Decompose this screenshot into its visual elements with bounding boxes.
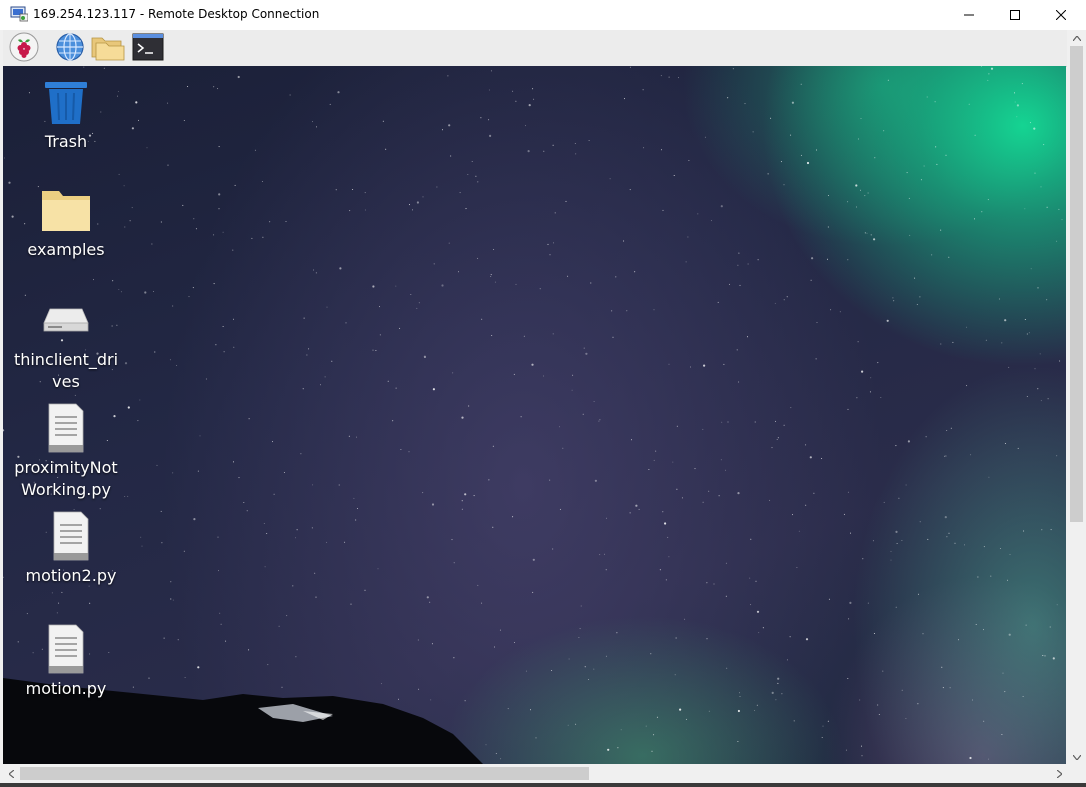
desktop-item-proximity-not-working[interactable]: proximityNotWorking.py (11, 402, 121, 501)
remote-desktop-window: 169.254.123.117 - Remote Desktop Connect… (0, 0, 1086, 787)
text-file-icon (40, 623, 92, 675)
desktop-item-label: motion2.py (25, 566, 117, 585)
desktop-item-label: motion.py (25, 679, 107, 698)
close-icon (1056, 10, 1066, 20)
web-browser-button[interactable] (53, 32, 87, 67)
drive-icon (40, 294, 92, 346)
horizontal-scroll-thumb[interactable] (20, 767, 589, 780)
scroll-down-arrow-icon[interactable] (1067, 749, 1086, 765)
desktop-wallpaper[interactable]: Trash examples thinclient_drives proximi… (3, 66, 1066, 764)
scroll-up-arrow-icon[interactable] (1067, 30, 1086, 46)
minimize-button[interactable] (946, 0, 992, 30)
desktop-item-label: thinclient_drives (13, 350, 119, 391)
horizontal-scrollbar[interactable] (3, 764, 1067, 783)
terminal-icon (132, 33, 164, 66)
desktop-item-motion[interactable]: motion.py (11, 623, 121, 700)
remote-desktop-app-icon (10, 6, 29, 22)
taskbar-panel (3, 30, 1067, 67)
maximize-icon (1010, 10, 1020, 20)
desktop-item-motion2[interactable]: motion2.py (16, 510, 126, 587)
trash-icon (40, 76, 92, 128)
file-manager-button[interactable] (91, 33, 125, 65)
window-title: 169.254.123.117 - Remote Desktop Connect… (33, 7, 320, 21)
minimize-icon (964, 10, 974, 20)
maximize-button[interactable] (992, 0, 1038, 30)
desktop-item-examples[interactable]: examples (11, 184, 121, 261)
scrollbar-corner (1067, 765, 1086, 783)
raspberry-menu-button[interactable] (7, 32, 41, 67)
raspberry-menu-icon (9, 32, 39, 67)
vertical-scroll-thumb[interactable] (1070, 46, 1083, 522)
vertical-scrollbar[interactable] (1067, 30, 1086, 765)
text-file-icon (45, 510, 97, 562)
mountain-silhouette (3, 678, 483, 764)
desktop-item-label: proximityNotWorking.py (14, 458, 118, 499)
desktop-item-trash[interactable]: Trash (11, 76, 121, 153)
desktop-item-thinclient-drives[interactable]: thinclient_drives (11, 294, 121, 393)
file-manager-icon (91, 33, 125, 66)
text-file-icon (40, 402, 92, 454)
window-bottom-edge (0, 783, 1086, 787)
close-button[interactable] (1038, 0, 1084, 30)
scroll-left-arrow-icon[interactable] (3, 764, 19, 783)
scroll-right-arrow-icon[interactable] (1051, 764, 1067, 783)
folder-icon (40, 184, 92, 236)
desktop-item-label: Trash (44, 132, 88, 151)
desktop-item-label: examples (27, 240, 105, 259)
title-bar[interactable]: 169.254.123.117 - Remote Desktop Connect… (0, 0, 1086, 30)
terminal-button[interactable] (131, 33, 165, 65)
web-browser-icon (55, 32, 85, 67)
